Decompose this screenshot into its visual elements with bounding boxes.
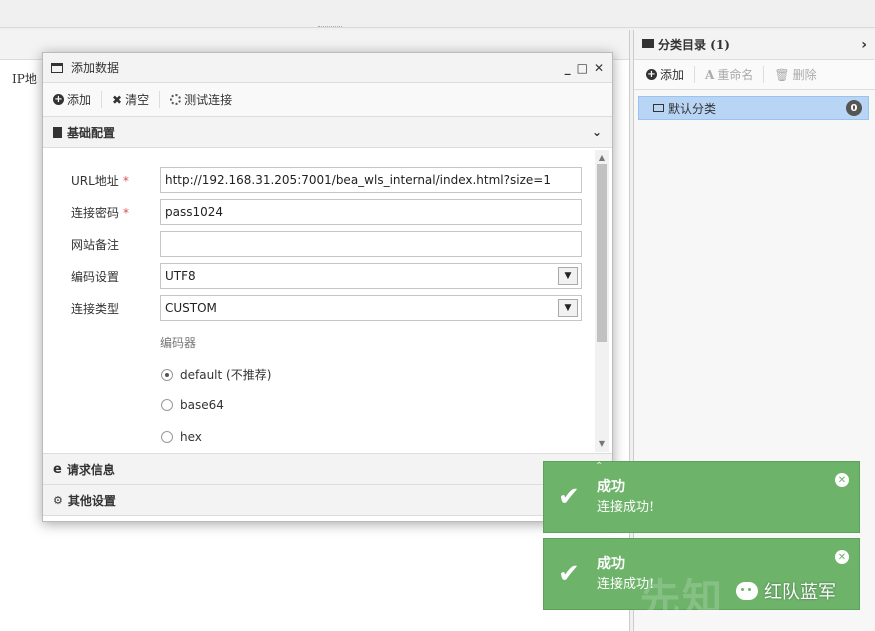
category-rename-label: 重命名 [717, 68, 754, 82]
encoder-option-default[interactable]: default (不推荐) [161, 366, 271, 383]
chevron-up-icon: ⌃ [595, 461, 604, 472]
plus-circle-icon: + [646, 69, 657, 80]
type-value: CUSTOM [165, 301, 217, 315]
dialog-clear-button[interactable]: ✖ 清空 [102, 91, 161, 108]
url-input[interactable]: http://192.168.31.205:7001/bea_wls_inter… [160, 167, 582, 193]
internet-explorer-icon: e [53, 461, 62, 477]
toast-title: 成功 [597, 556, 625, 572]
section-other-title: 其他设置 [67, 493, 116, 508]
scrollbar-thumb[interactable] [597, 164, 607, 342]
dialog-add-label: 添加 [67, 93, 92, 107]
watermark-background: 先知 [640, 576, 724, 622]
spinner-icon [170, 94, 182, 105]
encoder-option-label: default (不推荐) [180, 368, 272, 382]
encoding-select[interactable]: UTF8 ▼ [160, 263, 582, 289]
form-scrollbar[interactable]: ▲ ▼ [595, 150, 609, 452]
dialog-add-button[interactable]: + 添加 [53, 91, 103, 108]
category-delete-label: 删除 [792, 68, 817, 82]
section-request-title: 请求信息 [66, 462, 115, 477]
top-bar [0, 0, 875, 28]
category-toolbar: + 添加 A 重命名 🗑 删除 [634, 60, 875, 90]
category-title: 分类目录 (1) [658, 38, 730, 52]
wechat-icon [736, 582, 758, 600]
plus-circle-icon: + [53, 94, 64, 105]
toast-message: 连接成功! [597, 500, 655, 515]
font-icon: A [705, 67, 715, 82]
category-header: 分类目录 (1) › [634, 30, 875, 60]
ip-column-header[interactable]: IP地 [12, 70, 37, 87]
basic-config-form: URL地址 * http://192.168.31.205:7001/bea_wl… [43, 148, 612, 454]
dialog-title: 添加数据 [71, 61, 120, 75]
section-basic-title: 基础配置 [67, 125, 116, 140]
dialog-clear-label: 清空 [125, 93, 150, 107]
count-badge: 0 [846, 100, 862, 116]
watermark: 红队蓝军 [736, 578, 836, 604]
type-label: 连接类型 [71, 302, 120, 316]
maximize-icon[interactable]: □ [577, 61, 588, 75]
encoder-label: 编码器 [160, 336, 197, 350]
dialog-titlebar[interactable]: 添加数据 _ □ ✕ [43, 53, 612, 83]
radio-checked-icon[interactable] [161, 368, 173, 381]
encoding-label: 编码设置 [71, 270, 120, 284]
encoder-option-hex[interactable]: hex [161, 430, 202, 444]
check-icon: ✔ [558, 559, 580, 589]
chevron-right-icon[interactable]: › [861, 37, 867, 53]
resize-grip[interactable] [318, 26, 342, 28]
category-item-default[interactable]: 默认分类 0 [638, 96, 869, 120]
encoder-option-label: hex [180, 430, 202, 444]
radio-icon[interactable] [161, 399, 173, 411]
dialog-test-button[interactable]: 测试连接 [160, 91, 242, 108]
close-circle-icon[interactable]: ✕ [835, 550, 849, 564]
section-basic-config[interactable]: 基础配置 ⌄ [43, 117, 612, 148]
add-data-dialog: 添加数据 _ □ ✕ + 添加 ✖ 清空 测试连接 基础配置 ⌄ URL地址 * … [42, 52, 613, 522]
trash-icon: 🗑 [774, 67, 790, 82]
window-icon [51, 62, 63, 73]
section-request-info[interactable]: e 请求信息 [43, 454, 612, 485]
dialog-test-label: 测试连接 [184, 93, 233, 107]
scroll-up-icon[interactable]: ▲ [595, 150, 609, 164]
url-label: URL地址 * [71, 174, 129, 188]
success-toast: ⌃ ✔ 成功 连接成功! ✕ [543, 461, 860, 533]
category-rename-button[interactable]: A 重命名 [695, 66, 765, 83]
minimize-icon[interactable]: _ [565, 61, 571, 75]
folder-outline-icon [653, 104, 664, 112]
category-item-label: 默认分类 [668, 101, 717, 116]
section-other-settings[interactable]: ⚙ 其他设置 [43, 485, 612, 516]
gears-icon: ⚙ [53, 493, 63, 507]
encoder-option-label: base64 [180, 398, 224, 412]
chevron-down-icon[interactable]: ▼ [558, 267, 578, 285]
password-label: 连接密码 * [71, 206, 130, 220]
toast-title: 成功 [597, 479, 625, 495]
category-add-label: 添加 [660, 68, 685, 82]
note-label: 网站备注 [71, 238, 120, 252]
category-add-button[interactable]: + 添加 [642, 66, 696, 83]
scroll-down-icon[interactable]: ▼ [595, 436, 609, 450]
category-delete-button[interactable]: 🗑 删除 [764, 66, 826, 83]
password-input[interactable]: pass1024 [160, 199, 582, 225]
close-icon[interactable]: ✕ [594, 61, 604, 75]
close-circle-icon[interactable]: ✕ [835, 473, 849, 487]
radio-icon[interactable] [161, 431, 173, 443]
dialog-toolbar: + 添加 ✖ 清空 测试连接 [43, 83, 612, 117]
encoder-option-base64[interactable]: base64 [161, 398, 224, 412]
check-icon: ✔ [558, 482, 580, 512]
note-input[interactable] [160, 231, 582, 257]
file-icon [53, 126, 62, 138]
chevron-down-icon: ⌄ [591, 125, 602, 139]
encoding-value: UTF8 [165, 269, 196, 283]
watermark-text: 红队蓝军 [764, 582, 836, 603]
x-icon: ✖ [112, 92, 123, 107]
chevron-down-icon[interactable]: ▼ [558, 299, 578, 317]
folder-icon [642, 39, 654, 48]
type-select[interactable]: CUSTOM ▼ [160, 295, 582, 321]
